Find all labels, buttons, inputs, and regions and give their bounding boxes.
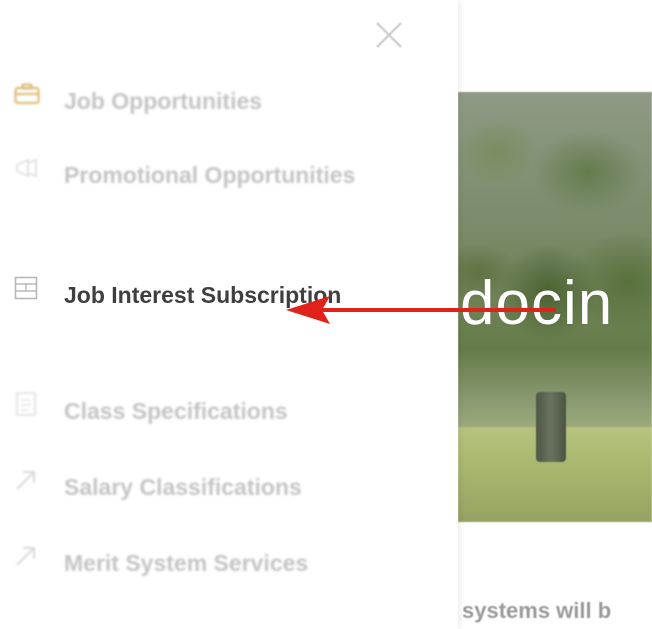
menu-item-label: Merit System Services (64, 550, 309, 576)
hero-tree-trunk (536, 392, 566, 462)
menu-item-job-interest-subscription[interactable]: Job Interest Subscription (14, 274, 414, 316)
hero-heading: docin (460, 269, 614, 338)
side-menu-panel: Job Opportunities Promotional Opportunit… (0, 0, 458, 629)
menu-item-label: Promotional Opportunities (64, 162, 356, 188)
close-icon (376, 22, 402, 48)
menu-item-merit-system-services[interactable]: Merit System Services (14, 542, 414, 584)
menu-item-promotional-opportunities[interactable]: Promotional Opportunities (14, 154, 414, 196)
megaphone-icon (14, 154, 48, 182)
document-icon (14, 390, 48, 418)
menu-item-label: Job Opportunities (64, 88, 263, 114)
close-button[interactable] (372, 18, 406, 52)
table-icon (14, 274, 48, 302)
menu-item-class-specifications[interactable]: Class Specifications (14, 390, 414, 432)
body-text-snippet: systems will b (462, 598, 612, 623)
external-link-arrow-icon (14, 466, 48, 494)
menu-item-label: Class Specifications (64, 398, 288, 424)
briefcase-icon (14, 80, 48, 108)
screenshot-stage: docin systems will b Job Opportunities P… (0, 0, 652, 629)
menu-item-label: Salary Classifications (64, 474, 302, 500)
menu-item-job-opportunities[interactable]: Job Opportunities (14, 80, 414, 122)
external-link-arrow-icon (14, 542, 48, 570)
menu-item-label: Job Interest Subscription (64, 282, 342, 308)
menu-item-salary-classifications[interactable]: Salary Classifications (14, 466, 414, 508)
